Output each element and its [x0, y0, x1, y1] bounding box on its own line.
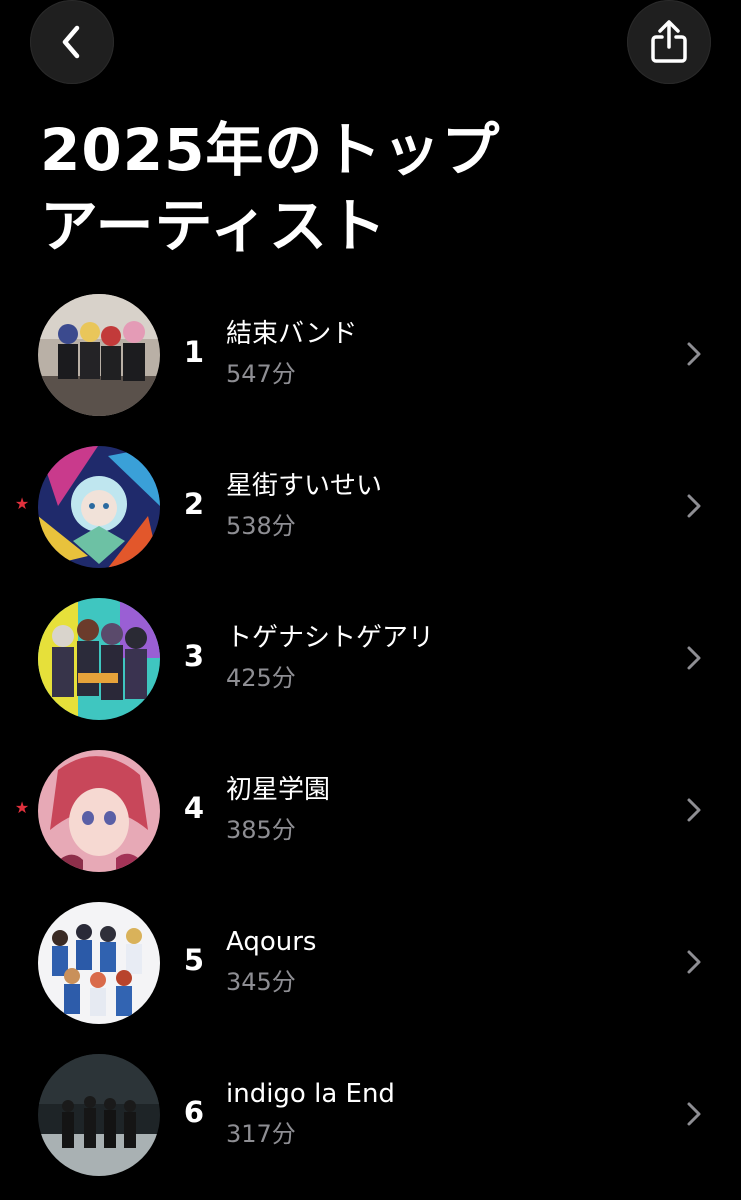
artist-row-3[interactable]: 3 トゲナシトゲアリ 425分 [0, 594, 741, 744]
page-title: 2025年のトップ アーティスト [40, 112, 700, 264]
page-title-line-2: アーティスト [40, 192, 388, 260]
artist-rank-3: 3 [183, 639, 205, 673]
artist-minutes-5: 345分 [226, 968, 296, 996]
artist-rank-2: 2 [183, 487, 205, 521]
artist-row-5[interactable]: 5 Aqours 345分 [0, 898, 741, 1048]
artist-avatar-3 [38, 598, 160, 720]
page-title-line-1: 2025年のトップ [40, 116, 501, 184]
artist-rank-5: 5 [183, 943, 205, 977]
artist-list: 1 結束バンド 547分 ★ 2 星街すいせい 538分 3 トゲナシトゲアリ … [0, 290, 741, 1200]
favorite-star-icon-4: ★ [14, 798, 30, 817]
chevron-left-icon [57, 22, 87, 62]
artist-row-2[interactable]: ★ 2 星街すいせい 538分 [0, 442, 741, 592]
artist-rank-4: 4 [183, 791, 205, 825]
artist-minutes-4: 385分 [226, 816, 296, 844]
artist-rank-6: 6 [183, 1095, 205, 1129]
artist-minutes-1: 547分 [226, 360, 296, 388]
back-button[interactable] [30, 0, 114, 84]
artist-row-1[interactable]: 1 結束バンド 547分 [0, 290, 741, 440]
artist-name-2: 星街すいせい [226, 471, 383, 501]
artist-avatar-4 [38, 750, 160, 872]
artist-avatar-2 [38, 446, 160, 568]
artist-avatar-1 [38, 294, 160, 416]
artist-minutes-6: 317分 [226, 1120, 296, 1148]
artist-name-6: indigo la End [226, 1079, 395, 1109]
chevron-right-icon [684, 796, 704, 824]
share-icon [647, 18, 691, 66]
artist-name-4: 初星学園 [226, 775, 331, 805]
chevron-right-icon [684, 644, 704, 672]
artist-name-3: トゲナシトゲアリ [226, 623, 435, 653]
chevron-right-icon [684, 948, 704, 976]
artist-minutes-2: 538分 [226, 512, 296, 540]
artist-rank-1: 1 [183, 335, 205, 369]
share-button[interactable] [627, 0, 711, 84]
artist-minutes-3: 425分 [226, 664, 296, 692]
artist-row-4[interactable]: ★ 4 初星学園 385分 [0, 746, 741, 896]
artist-avatar-5 [38, 902, 160, 1024]
artist-avatar-6 [38, 1054, 160, 1176]
artist-row-6[interactable]: 6 indigo la End 317分 [0, 1050, 741, 1200]
artist-name-1: 結束バンド [226, 319, 358, 349]
favorite-star-icon-2: ★ [14, 494, 30, 513]
chevron-right-icon [684, 340, 704, 368]
artist-name-5: Aqours [226, 927, 317, 957]
chevron-right-icon [684, 1100, 704, 1128]
chevron-right-icon [684, 492, 704, 520]
